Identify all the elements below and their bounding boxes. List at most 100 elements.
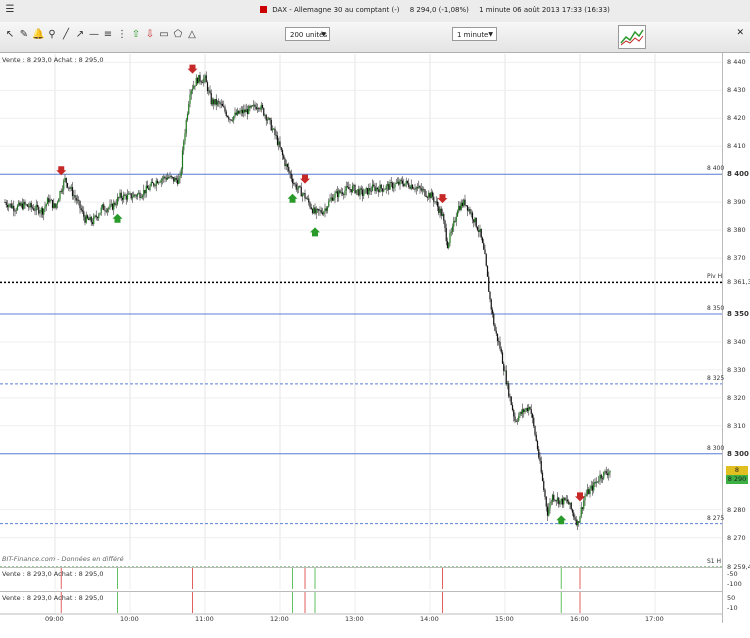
candle-body (203, 78, 205, 83)
candle-body (60, 191, 62, 192)
candle-body (214, 98, 216, 105)
candle-body (289, 171, 291, 174)
candle-body (189, 94, 191, 104)
candle-body (496, 333, 499, 342)
level-label: S1 H (707, 558, 722, 566)
candle-body (383, 189, 385, 192)
candle-body (480, 228, 482, 238)
candle-body (403, 183, 405, 187)
candle-body (571, 509, 574, 513)
candle-body (178, 178, 180, 184)
candle-body (408, 183, 410, 188)
sub-panel-1: Vente : 8 293,0 Achat : 8 295,0 (0, 567, 722, 590)
candle-body (58, 199, 60, 203)
candle-body (243, 109, 245, 114)
candle-body (350, 189, 352, 193)
candle-body (174, 177, 176, 182)
candle-body (525, 408, 527, 411)
candle-body (570, 502, 572, 510)
candle-body (10, 203, 12, 208)
candle-body (598, 480, 600, 482)
candle-body (284, 158, 286, 167)
candle-body (318, 209, 320, 211)
time-axis-label: 14:00 (420, 615, 439, 623)
price-axis-label: 8 390 (727, 198, 746, 207)
candle-body (583, 500, 585, 509)
candle-body (231, 120, 234, 122)
candle-body (220, 103, 222, 105)
candle-body (425, 195, 427, 197)
candle-body (515, 420, 517, 422)
candle-body (90, 216, 92, 223)
candle-body (399, 179, 401, 185)
candle-body (228, 116, 230, 120)
candle-body (504, 370, 506, 372)
candle-body (56, 202, 59, 204)
candle-body (359, 188, 361, 196)
candle-body (128, 193, 130, 195)
candle-body (404, 183, 406, 187)
price-axis-label: 8 440 (727, 58, 746, 67)
candle-body (395, 182, 397, 184)
candle-body (191, 88, 194, 91)
candle-body (438, 206, 440, 213)
candle-body (239, 111, 241, 114)
candle-body (334, 193, 336, 198)
candle-body (241, 109, 244, 114)
candle-body (161, 178, 164, 180)
candle-body (528, 406, 530, 412)
candle-body (514, 416, 516, 421)
candle-body (400, 179, 402, 181)
candle-body (441, 213, 444, 216)
candle-body (43, 208, 45, 215)
sub-panel-2: Vente : 8 293,0 Achat : 8 295,0 (0, 591, 722, 614)
candle-body (311, 209, 314, 214)
candle-body (600, 474, 602, 479)
candle-body (549, 502, 551, 509)
time-axis-label: 15:00 (495, 615, 514, 623)
candle-body (16, 205, 19, 210)
candle-body (484, 249, 486, 255)
candle-body (158, 182, 160, 184)
candle-body (455, 216, 457, 222)
candle-body (588, 489, 590, 495)
candle-body (398, 181, 400, 185)
candle-body (156, 180, 159, 184)
candle-body (111, 204, 114, 210)
candle-body (36, 204, 39, 208)
candle-body (66, 183, 69, 188)
candle-body (258, 108, 260, 109)
candle-body (548, 508, 550, 516)
sub-panel-2-info: Vente : 8 293,0 Achat : 8 295,0 (2, 594, 104, 602)
price-chart[interactable] (0, 0, 750, 638)
level-label: Piv H (707, 273, 723, 281)
candle-body (225, 111, 227, 117)
price-axis-label: 8 370 (727, 254, 746, 263)
watermark: BIT-Finance.com - Données en différé (2, 555, 124, 563)
candle-body (193, 85, 195, 89)
buy-signal-icon (112, 213, 123, 223)
candle-body (384, 189, 386, 191)
candle-body (593, 482, 595, 491)
candle-body (316, 208, 319, 210)
candle-body (431, 192, 434, 197)
time-axis-label: 17:00 (645, 615, 664, 623)
candle-body (419, 186, 421, 189)
candle-body (211, 99, 214, 105)
candle-body (98, 215, 100, 219)
candle-body (175, 177, 177, 180)
candle-body (94, 215, 96, 217)
candle-body (46, 198, 49, 205)
candle-body (599, 474, 601, 481)
candle-body (450, 231, 452, 234)
candle-body (123, 194, 125, 200)
candle-body (196, 77, 199, 84)
candle-body (604, 471, 606, 472)
candle-body (314, 207, 316, 214)
candle-body (54, 203, 56, 208)
candle-body (230, 119, 232, 121)
candle-body (255, 106, 257, 110)
candle-body (488, 276, 490, 292)
candle-body (85, 215, 87, 223)
candle-body (104, 210, 106, 211)
